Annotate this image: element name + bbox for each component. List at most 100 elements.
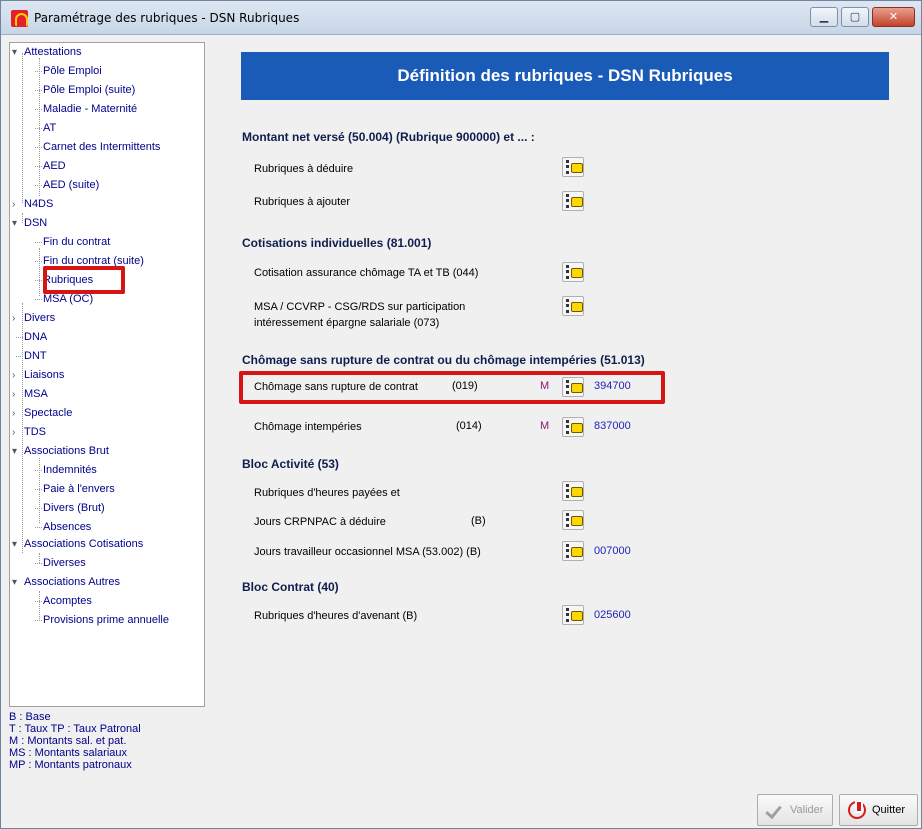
tree-node-liaisons[interactable]: › Liaisons xyxy=(12,366,64,384)
chevron-right-icon[interactable]: › xyxy=(12,424,24,442)
validate-button[interactable]: Valider xyxy=(757,794,833,826)
rubrique-value[interactable]: 025600 xyxy=(594,609,631,621)
tree-node-paie-envers[interactable]: Paie à l'envers xyxy=(35,480,115,498)
row-label: Jours travailleur occasionnel MSA (53.00… xyxy=(254,546,481,558)
tree-node-diverses[interactable]: Diverses xyxy=(35,554,86,572)
close-button[interactable]: ✕ xyxy=(872,7,915,27)
tree-node-label: MSA (OC) xyxy=(43,293,94,305)
select-rubrique-button[interactable] xyxy=(562,191,584,211)
row-label: Rubriques à ajouter xyxy=(254,196,351,208)
tree-node-associations-autres[interactable]: ▾ Associations Autres xyxy=(12,573,120,591)
selection-highlight xyxy=(43,266,125,294)
chevron-down-icon[interactable]: ▾ xyxy=(12,215,24,233)
rubrique-value[interactable]: 837000 xyxy=(594,420,631,432)
tree-node-fin-contrat[interactable]: Fin du contrat xyxy=(34,233,111,251)
section-title: Bloc Activité (53) xyxy=(242,457,339,471)
window-title: Paramétrage des rubriques - DSN Rubrique… xyxy=(34,11,300,25)
tree-connector xyxy=(22,53,23,203)
chevron-down-icon[interactable]: ▾ xyxy=(12,574,24,592)
tree-node-label: Fin du contrat xyxy=(43,236,111,248)
tree-node-associations-cotisations[interactable]: ▾ Associations Cotisations xyxy=(12,535,143,553)
chevron-down-icon[interactable]: ▾ xyxy=(12,443,24,461)
tree-node-attestations[interactable]: ▾ Attestations xyxy=(12,43,81,61)
legend: B : Base T : Taux TP : Taux Patronal M :… xyxy=(9,711,205,771)
mouse-cursor-icon xyxy=(101,157,123,179)
tree-node-acomptes[interactable]: Acomptes xyxy=(35,592,92,610)
select-rubrique-button[interactable] xyxy=(562,541,584,561)
select-rubrique-button[interactable] xyxy=(562,262,584,282)
rubrique-value[interactable]: 007000 xyxy=(594,545,631,557)
chevron-down-icon[interactable]: ▾ xyxy=(12,44,24,62)
tree-node-label: Pôle Emploi (suite) xyxy=(43,84,136,96)
select-rubrique-button[interactable] xyxy=(562,481,584,501)
row-label: Chômage intempéries xyxy=(254,421,362,433)
chevron-right-icon[interactable]: › xyxy=(12,386,24,404)
row-label: Jours CRPNPAC à déduire xyxy=(254,516,386,528)
chevron-right-icon[interactable]: › xyxy=(12,405,24,423)
select-rubrique-button[interactable] xyxy=(562,510,584,530)
tree-node-tds[interactable]: › TDS xyxy=(12,423,46,441)
tree-node-label: Paie à l'envers xyxy=(43,483,115,495)
maximize-button[interactable]: ▢ xyxy=(841,7,869,27)
select-rubrique-button[interactable] xyxy=(562,605,584,625)
row-label: Rubriques d'heures d'avenant (B) xyxy=(254,610,418,622)
tree-node-pole-emploi[interactable]: Pôle Emploi xyxy=(35,62,102,80)
tree-node-label: Associations Autres xyxy=(24,576,120,588)
chevron-right-icon[interactable]: › xyxy=(12,310,24,328)
main-panel: Définition des rubriques - DSN Rubriques… xyxy=(213,42,917,781)
row-label: Rubriques à déduire xyxy=(254,163,354,175)
tree-node-pole-emploi-suite[interactable]: Pôle Emploi (suite) xyxy=(34,81,136,99)
tree-node-msa[interactable]: › MSA xyxy=(12,385,48,403)
tree-node-label: Absences xyxy=(43,521,92,533)
section-title: Bloc Contrat (40) xyxy=(242,580,339,594)
app-window: Paramétrage des rubriques - DSN Rubrique… xyxy=(0,0,922,829)
tree-node-divers-brut[interactable]: Divers (Brut) xyxy=(35,499,105,517)
tree-node-dna[interactable]: DNA xyxy=(15,328,47,346)
tree-connector xyxy=(39,58,40,196)
quit-label: Quitter xyxy=(872,804,906,816)
tree-node-label: Carnet des Intermittents xyxy=(43,141,161,153)
tree-node-label: Diverses xyxy=(43,557,86,569)
tree-node-label: Divers (Brut) xyxy=(43,502,105,514)
chevron-down-icon[interactable]: ▾ xyxy=(12,536,24,554)
row-label: Rubriques d'heures payées et xyxy=(254,487,400,499)
chevron-right-icon[interactable]: › xyxy=(12,367,24,385)
chevron-right-icon[interactable]: › xyxy=(12,196,24,214)
tree-node-at[interactable]: AT xyxy=(34,119,57,137)
row-label: MSA / CCVRP - CSG/RDS sur participation xyxy=(254,301,466,313)
tree-node-spectacle[interactable]: › Spectacle xyxy=(12,404,72,422)
quit-button[interactable]: Quitter xyxy=(839,794,918,826)
tree-node-absences[interactable]: Absences xyxy=(34,518,92,536)
select-rubrique-button[interactable] xyxy=(562,157,584,177)
select-rubrique-button[interactable] xyxy=(562,296,584,316)
section-title: Cotisations individuelles (81.001) xyxy=(242,236,432,250)
tree-node-carnet-intermittents[interactable]: Carnet des Intermittents xyxy=(34,138,161,156)
minimize-button[interactable]: ▁ xyxy=(810,7,838,27)
tree-node-label: AT xyxy=(43,122,57,134)
tree-node-associations-brut[interactable]: ▾ Associations Brut xyxy=(12,442,109,460)
tree-node-label: Divers xyxy=(24,312,56,324)
tree-node-indemnites[interactable]: Indemnités xyxy=(35,461,97,479)
tree-node-label: Associations Brut xyxy=(24,445,109,457)
tree-node-n4ds[interactable]: › N4DS xyxy=(12,195,53,213)
select-rubrique-button[interactable] xyxy=(562,417,584,437)
page-title: Définition des rubriques - DSN Rubriques xyxy=(241,52,889,100)
tree-node-divers[interactable]: › Divers xyxy=(12,309,55,327)
tree-node-dsn[interactable]: ▾ DSN xyxy=(12,214,47,232)
tree-node-aed[interactable]: AED xyxy=(35,157,66,175)
tree-node-dnt[interactable]: DNT xyxy=(16,347,47,365)
row-highlight xyxy=(239,371,665,404)
section-title: Montant net versé (50.004) (Rubrique 900… xyxy=(242,130,535,144)
tree-node-label: Spectacle xyxy=(24,407,73,419)
title-bar: Paramétrage des rubriques - DSN Rubrique… xyxy=(1,1,921,35)
tree-node-label: N4DS xyxy=(24,198,54,210)
navigation-tree: ▾ Attestations Pôle Emploi Pôle Emploi (s… xyxy=(9,42,205,707)
legend-line: MS : Montants salariaux xyxy=(9,747,127,759)
tree-node-label: MSA xyxy=(24,388,48,400)
row-code: (B) xyxy=(471,515,486,527)
tree-node-aed-suite[interactable]: AED (suite) xyxy=(34,176,99,194)
legend-line: MP : Montants patronaux xyxy=(9,759,132,771)
tree-node-maladie-maternite[interactable]: Maladie - Maternité xyxy=(34,100,137,118)
tree-node-provisions-prime[interactable]: Provisions prime annuelle xyxy=(35,611,169,629)
row-label: intéressement épargne salariale (073) xyxy=(254,317,440,329)
